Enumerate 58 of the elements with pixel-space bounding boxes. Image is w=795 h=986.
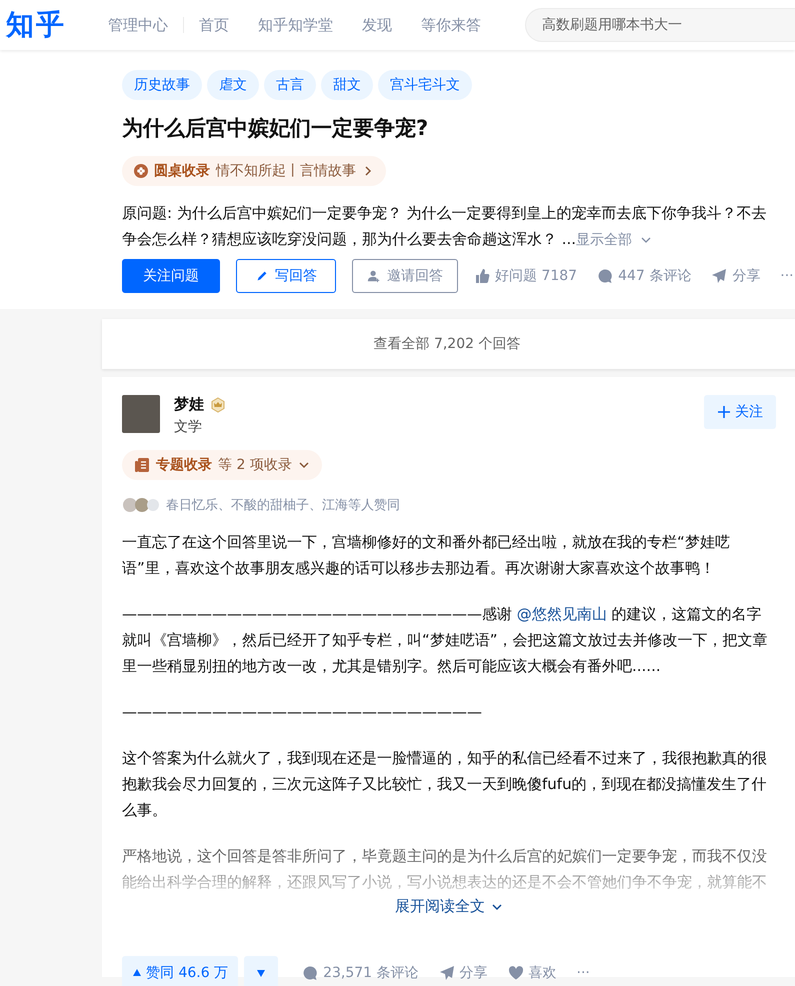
topic-tag[interactable]: 历史故事 [122,70,202,100]
action-link[interactable]: 分享 [711,267,760,285]
comment-icon [597,268,614,284]
heart-icon [508,965,524,981]
topic-tag[interactable]: 宫斗宅斗文 [378,70,472,100]
author-name[interactable]: 梦娃 [174,395,204,414]
show-all-link[interactable]: 显示全部 [576,227,652,253]
action-link[interactable]: 分享 [438,964,488,982]
mention-link[interactable]: @悠然见南山 [516,605,607,623]
action-link[interactable]: 23,571 条评论 [302,964,419,982]
topic-tag[interactable]: 虐文 [207,70,259,100]
downvote-button[interactable] [244,956,278,986]
nav-link[interactable]: 知乎知学堂 [258,16,333,34]
action-link[interactable]: ··· [780,268,794,284]
pencil-icon [255,269,269,283]
triangle-up-icon [132,968,142,978]
author-bio: 文学 [174,418,203,436]
nav-link[interactable]: 等你来答 [421,16,481,34]
question-title: 为什么后宫中嫔妃们一定要争宠? [122,115,430,142]
avatar-placeholder [122,395,160,433]
paper-plane-icon [438,965,455,981]
separator-line-text: ———————————————————————— [122,702,483,723]
expand-link[interactable]: 展开阅读全文 [122,897,776,916]
question-button[interactable]: 关注问题 [122,259,220,293]
upvote-button[interactable]: 赞同 46.6 万 [122,956,238,986]
logo[interactable]: 知乎 [6,6,108,44]
triangle-down-icon [256,968,266,978]
answer-paragraph: ————————————————————————感谢 @悠然见南山 的建议，这篇文的名字就叫《宫墙柳》，然后已经开了知乎专栏，叫“梦娃呓语”，会把这篇文放过去并修改一下，把文章里一些稍显别扭的地方改一改，尤其是错别字。然后可能应该大概会有番外吧...... [122,604,769,677]
question-button[interactable]: 邀请回答 [352,259,458,293]
paper-plane-icon [711,268,728,284]
thumbs-up-icon [474,268,490,284]
answer-paragraph: 一直忘了在这个回答里说一下，宫墙柳修好的文和番外都已经出啦，就放在我的专栏“梦娃呓语”里，喜欢这个故事朋友感兴趣的话可以移步去那边看。再次谢谢大家喜欢这个故事鸭！ [122,532,731,579]
nav-link[interactable]: 发现 [362,16,392,34]
nav-link[interactable]: 首页 [199,16,229,34]
faded-paragraph: 严格地说，这个回答是答非所问了，毕竟题主问的是为什么后宫的妃嫔们一定要争宠，而我不仅没能给出科学合理的解释，还跟风写了小说，写小说想表达的还是不会不管她们争不争宠，就算能不 [122,846,768,893]
question-detail: 原问题: 为什么后宫中嫔妃们一定要争宠？ 为什么一定要得到皇上的宠幸而去底下你争我斗？不去争会怎么样？猜想应该吃穿没问题，那为什么要去舍命趟这浑水？ ...显示全部 [122,200,777,253]
plus-icon [717,405,731,419]
question-button[interactable]: 写回答 [236,259,336,293]
document-icon [134,457,150,473]
collection-chip[interactable]: 圆桌收录 情不知所起丨言情故事 [122,156,386,186]
search-field[interactable]: 高数刷题用哪本书大一 [525,8,795,42]
crown-badge-icon [210,396,226,412]
view-all-answers[interactable]: 查看全部 7,202 个回答 [102,319,795,369]
flower-icon [134,164,148,178]
follow-button[interactable]: 关注 [704,395,776,429]
action-link[interactable]: 447 条评论 [597,267,692,285]
action-link[interactable]: 好问题 7187 [474,267,578,285]
collection-chip[interactable]: 专题收录 等 2 项收录 [122,450,322,480]
voters-text: 春日忆乐、不酸的甜柚子、江海等人赞同 [166,497,400,514]
nav-link[interactable]: 管理中心 [108,16,168,34]
topic-tag[interactable]: 古言 [264,70,316,100]
action-link[interactable]: ··· [576,965,590,981]
comment-icon [302,965,318,981]
answer-paragraph: 这个答案为什么就火了，我到现在还是一脸懵逼的，知乎的私信已经看不过来了，我很抱歉真的很抱歉我会尽力回复的，三次元这阵子又比较忙，我又一天到晚傻fufu的，到现在都没搞懂发生了什么事。 [122,748,768,821]
action-link[interactable]: 喜欢 [508,964,557,982]
topic-tag[interactable]: 甜文 [321,70,373,100]
add-person-icon [367,269,381,283]
voter-avatars-icon [122,497,162,513]
